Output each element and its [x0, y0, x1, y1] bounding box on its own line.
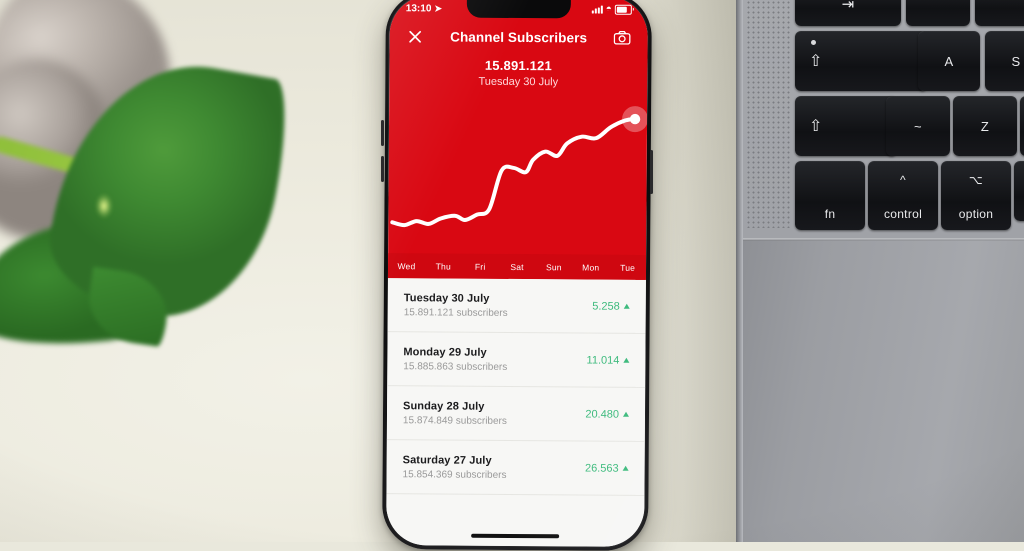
row-subscribers: 15.891.121 subscribers [403, 306, 508, 319]
row-date: Monday 29 July [403, 345, 487, 359]
key-tilde-label: ~ [914, 118, 922, 134]
hero-date: Tuesday 30 July [478, 75, 559, 89]
row-date: Sunday 28 July [403, 399, 485, 413]
caps-lock-indicator [811, 40, 816, 45]
key-control[interactable]: ^ control [868, 161, 938, 230]
trend-up-icon [623, 357, 630, 363]
key-w[interactable] [975, 0, 1024, 26]
chart-day-axis: Wed Thu Fri Sat Sun Mon Tue [387, 253, 647, 280]
axis-label-thu: Thu [435, 260, 451, 272]
key-tilde[interactable]: ~ [886, 96, 950, 156]
trend-up-icon [622, 465, 629, 471]
close-icon[interactable] [404, 25, 426, 47]
row-delta: 5.258 [592, 300, 620, 313]
key-fn-label: fn [824, 207, 836, 221]
key-fn[interactable]: fn [795, 161, 865, 230]
phone-screen: 13:10 ➤ ◓ Channel Subscribers 15.891.121… [386, 0, 648, 547]
row-subscribers: 15.874.849 subscribers [402, 414, 507, 427]
axis-label-sat: Sat [510, 261, 524, 272]
speaker-grille [746, 0, 790, 228]
key-command[interactable] [1014, 161, 1024, 221]
display-notch [466, 0, 571, 19]
trend-up-icon [622, 411, 630, 417]
chart-hero-panel: 13:10 ➤ ◓ Channel Subscribers 15.891.121… [387, 0, 648, 280]
key-q[interactable] [906, 0, 970, 26]
subscriber-count: 15.891.121 [484, 57, 553, 74]
power-button[interactable] [650, 150, 653, 194]
row-date: Tuesday 30 July [403, 291, 490, 305]
axis-label-sun: Sun [545, 261, 562, 272]
status-time: 13:10 [405, 2, 432, 14]
table-row[interactable]: Sunday 28 July 15.874.849 subscribers 20… [386, 386, 646, 442]
shift-icon: ⇧ [809, 118, 823, 135]
daily-stats-list[interactable]: Tuesday 30 July 15.891.121 subscribers 5… [386, 278, 646, 547]
laptop-palmrest [743, 240, 1024, 542]
key-z[interactable]: Z [953, 96, 1017, 156]
control-caret-icon: ^ [900, 173, 906, 187]
row-subscribers: 15.885.863 subscribers [403, 360, 508, 373]
key-caps-lock[interactable]: ⇧ [795, 31, 927, 91]
table-row[interactable]: Tuesday 30 July 15.891.121 subscribers 5… [387, 278, 646, 334]
row-subscribers: 15.854.369 subscribers [402, 468, 507, 481]
table-row[interactable]: Saturday 27 July 15.854.369 subscribers … [386, 440, 645, 496]
key-a-label: A [944, 53, 954, 69]
photo-scene: ⇥ ⇧ A S ⇧ ~ Z fn ^ control ⌥ option 13:1… [0, 0, 1024, 551]
key-shift[interactable]: ⇧ [795, 96, 897, 156]
battery-icon [614, 4, 632, 15]
key-option-label: option [958, 207, 994, 221]
volume-up-button[interactable] [381, 120, 384, 146]
cellular-signal-icon [591, 5, 603, 14]
table-row[interactable]: Monday 29 July 15.885.863 subscribers 11… [387, 332, 646, 388]
key-z-label: Z [980, 118, 990, 134]
key-tab[interactable]: ⇥ [795, 0, 901, 26]
key-option[interactable]: ⌥ option [941, 161, 1011, 230]
option-icon: ⌥ [968, 173, 984, 187]
app-nav-bar: Channel Subscribers [390, 19, 648, 55]
key-s[interactable]: S [985, 31, 1024, 91]
key-control-label: control [883, 207, 923, 221]
axis-label-wed: Wed [397, 260, 416, 271]
key-s-label: S [1011, 53, 1021, 69]
row-delta: 26.563 [584, 461, 619, 475]
home-indicator[interactable] [471, 533, 560, 539]
key-x[interactable] [1020, 96, 1024, 156]
camera-icon[interactable] [612, 27, 634, 49]
trend-up-icon [623, 303, 630, 309]
page-title: Channel Subscribers [450, 29, 588, 45]
axis-label-mon: Mon [582, 261, 600, 273]
leaf-highlight [95, 193, 113, 219]
caps-lock-icon: ⇧ [809, 53, 823, 70]
axis-label-fri: Fri [474, 261, 486, 272]
key-a[interactable]: A [918, 31, 980, 91]
location-arrow-icon: ➤ [434, 2, 442, 13]
deck-seam [743, 238, 1024, 241]
row-delta: 11.014 [586, 353, 620, 367]
hero-metric: 15.891.121 Tuesday 30 July [389, 57, 647, 89]
laptop-edge [736, 0, 743, 542]
row-delta: 20.480 [585, 407, 620, 421]
volume-down-button[interactable] [381, 156, 384, 182]
wifi-icon: ◓ [605, 3, 612, 15]
axis-label-tue: Tue [620, 262, 636, 273]
tab-icon: ⇥ [841, 0, 855, 13]
subscribers-line-chart[interactable] [388, 95, 648, 257]
row-date: Saturday 27 July [402, 453, 492, 467]
